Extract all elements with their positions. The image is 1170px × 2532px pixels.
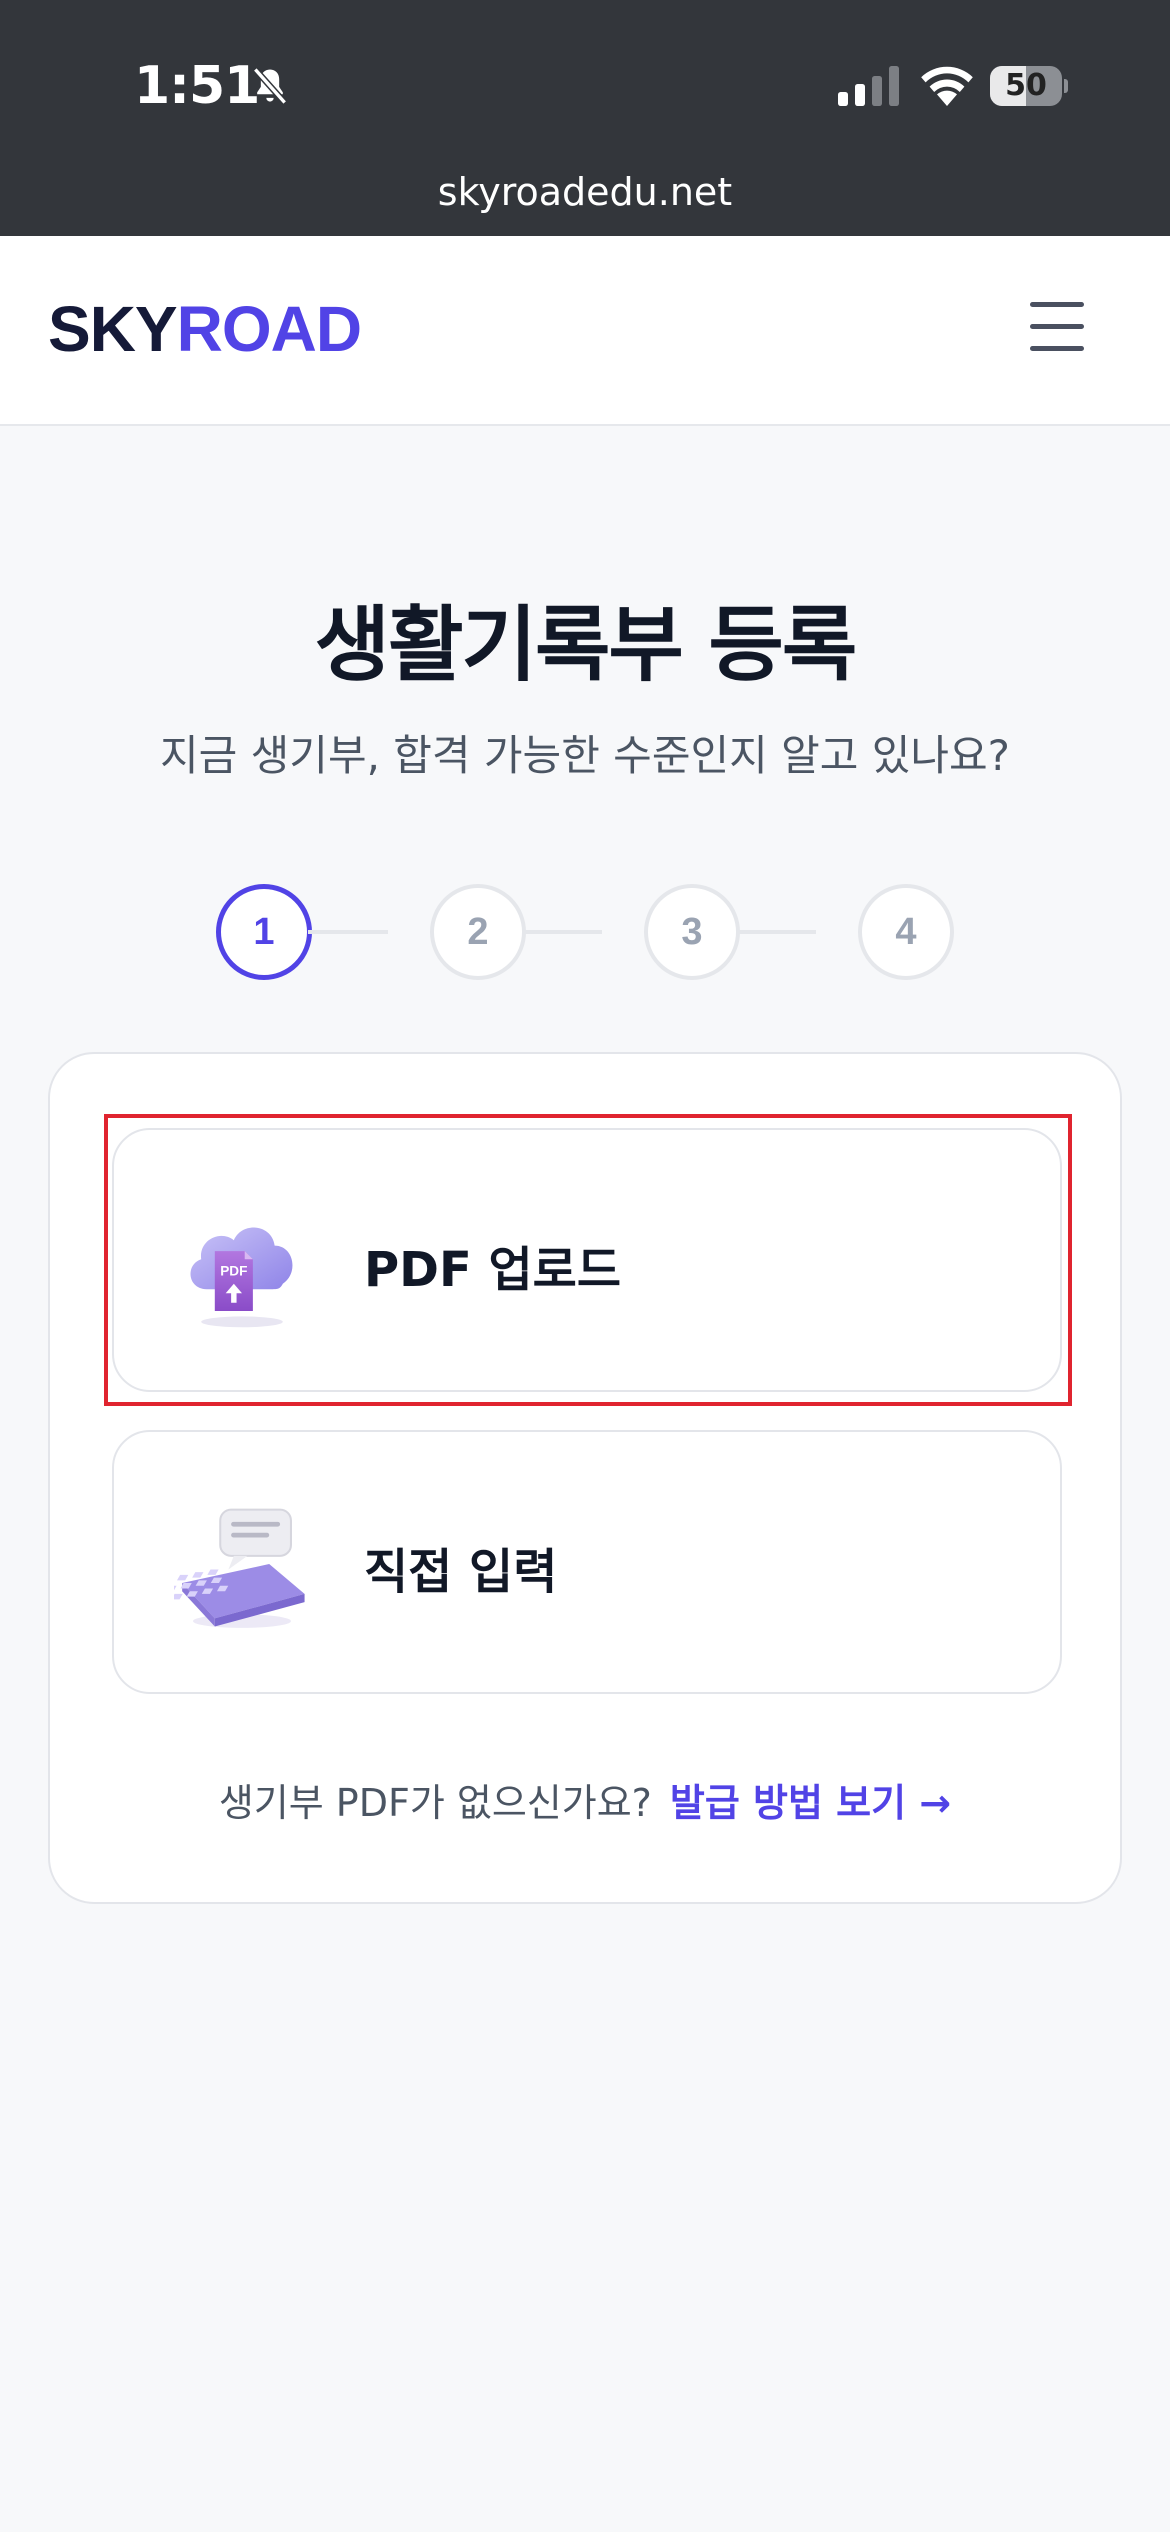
step-connector <box>308 930 388 934</box>
registration-method-card: PDF PDF 업로드 직접 입력 생기부 PDF가 없으신가요? 발급 방법 … <box>48 1052 1122 1904</box>
issue-guide-link[interactable]: 발급 방법 보기 → <box>670 1781 951 1825</box>
bell-slash-icon <box>253 67 287 105</box>
pdf-help-line: 생기부 PDF가 없으신가요? 발급 방법 보기 → <box>50 1772 1120 1827</box>
step-4: 4 <box>858 884 954 980</box>
selection-highlight <box>104 1114 1072 1406</box>
skyroad-logo[interactable]: SKYROAD <box>48 292 362 366</box>
step-connector <box>736 930 816 934</box>
page-subtitle: 지금 생기부, 합격 가능한 수준인지 알고 있나요? <box>160 731 1010 780</box>
step-1: 1 <box>216 884 312 980</box>
cellular-signal-icon <box>838 66 899 106</box>
status-time: 1:51 <box>134 56 260 116</box>
logo-sky: SKY <box>48 293 178 365</box>
status-bar: 1:51 50 skyroadedu.net <box>0 0 1170 236</box>
page-title: 생활기록부 등록 <box>314 598 858 693</box>
hamburger-menu-icon[interactable] <box>1024 298 1090 354</box>
battery-percent: 50 <box>1005 68 1047 103</box>
logo-road: ROAD <box>176 293 362 365</box>
site-header: SKYROAD <box>0 236 1170 426</box>
pdf-help-question: 생기부 PDF가 없으신가요? <box>218 1781 652 1825</box>
battery-icon: 50 <box>990 66 1068 106</box>
step-3: 3 <box>644 884 740 980</box>
manual-input-button[interactable]: 직접 입력 <box>112 1430 1062 1694</box>
address-bar-url[interactable]: skyroadedu.net <box>0 170 1170 214</box>
progress-stepper: 1 2 3 4 <box>0 884 1170 980</box>
step-2: 2 <box>430 884 526 980</box>
wifi-icon <box>921 66 973 106</box>
manual-input-label: 직접 입력 <box>364 1544 558 1600</box>
keyboard-icon <box>174 1508 305 1628</box>
step-connector <box>522 930 602 934</box>
